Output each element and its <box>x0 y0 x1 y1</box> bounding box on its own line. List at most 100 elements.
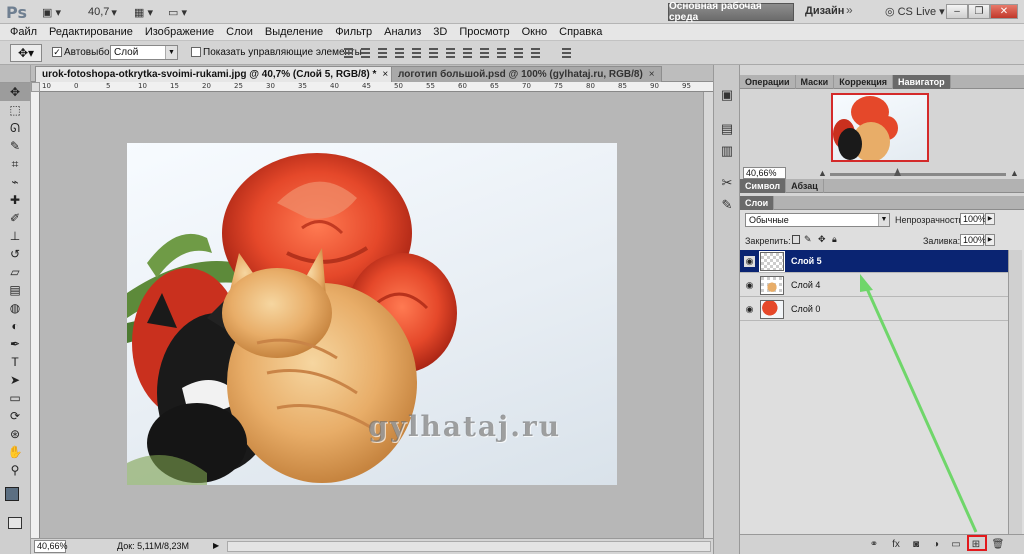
align-right-icon[interactable] <box>427 46 440 59</box>
tab-layers[interactable]: Слои <box>740 196 775 210</box>
maximize-button[interactable]: ❐ <box>968 4 990 19</box>
fx-icon[interactable]: fx <box>889 538 903 551</box>
auto-align-icon[interactable] <box>560 46 573 59</box>
tab-masks[interactable]: Маски <box>796 75 835 89</box>
crop-tool[interactable]: ⌗ <box>0 155 30 173</box>
minimize-button[interactable]: ‒ <box>946 4 968 19</box>
menu-3d[interactable]: 3D <box>433 26 447 38</box>
blur-tool[interactable]: ◍ <box>0 299 30 317</box>
align-bottom-icon[interactable] <box>376 46 389 59</box>
autoselect-dropdown[interactable]: Слой ▼ <box>110 45 178 60</box>
pen-tool[interactable]: ✒ <box>0 335 30 353</box>
vertical-ruler[interactable] <box>31 92 40 538</box>
cs-live-button[interactable]: ◎ CS Live ▾ <box>885 5 945 19</box>
bridge-button[interactable]: ▣ ▾ <box>42 4 61 20</box>
eyedropper-tool[interactable]: ⌁ <box>0 173 30 191</box>
menu-analysis[interactable]: Анализ <box>384 26 421 38</box>
zoom-level-dropdown[interactable]: 40,7 ▾ <box>88 4 117 20</box>
clone-stamp-tool[interactable]: ⊥ <box>0 227 30 245</box>
link-icon[interactable]: ⚭ <box>867 538 881 551</box>
distribute-vcenter-icon[interactable] <box>461 46 474 59</box>
layer-row[interactable]: ◉ Слой 0 <box>740 298 1008 321</box>
menu-file[interactable]: Файл <box>10 26 37 38</box>
tab-actions[interactable]: Операции <box>740 75 796 89</box>
navigator-zoom-slider[interactable] <box>830 173 1006 176</box>
eye-icon[interactable]: ◉ <box>744 280 755 291</box>
close-icon[interactable]: × <box>649 69 655 80</box>
blend-mode-dropdown[interactable]: Обычные ▼ <box>745 213 890 227</box>
navigator-zoom-field[interactable]: 40,66% <box>743 167 786 179</box>
gradient-tool[interactable]: ▤ <box>0 281 30 299</box>
menu-image[interactable]: Изображение <box>145 26 214 38</box>
brush-tool[interactable]: ✐ <box>0 209 30 227</box>
shape-tool[interactable]: ▭ <box>0 389 30 407</box>
autoselect-checkbox[interactable]: ✓ <box>52 47 62 57</box>
lock-pixels-icon[interactable]: ✎ <box>804 234 812 245</box>
hand-tool[interactable]: ✋ <box>0 443 30 461</box>
horizontal-ruler[interactable]: 10 0 5 10 15 20 25 30 35 40 45 50 55 60 65 70 75 80 85 90 95 <box>40 82 713 92</box>
lock-position-icon[interactable]: ✥ <box>818 234 826 245</box>
tab-navigator[interactable]: Навигатор <box>893 75 951 89</box>
tab-document-inactive[interactable]: логотип большой.psd @ 100% (gylhataj.ru,… <box>391 66 662 82</box>
ruler-origin[interactable] <box>31 82 40 92</box>
fill-arrow-icon[interactable]: ▶ <box>985 234 995 246</box>
close-icon[interactable]: × <box>382 69 388 80</box>
layer-row[interactable]: ◉ Слой 4 <box>740 274 1008 297</box>
tool-presets-panel-icon[interactable]: ✂ <box>719 175 735 191</box>
tools-panel-grip[interactable] <box>0 65 30 83</box>
trash-icon[interactable]: 🗑︎ <box>991 538 1005 551</box>
foreground-color[interactable] <box>5 487 19 501</box>
align-vcenter-icon[interactable] <box>359 46 372 59</box>
eraser-tool[interactable]: ▱ <box>0 263 30 281</box>
move-tool[interactable]: ✥ <box>0 83 30 101</box>
3d-orbit-tool[interactable]: ⊛ <box>0 425 30 443</box>
quick-selection-tool[interactable]: ✎ <box>0 137 30 155</box>
close-button[interactable]: ✕ <box>990 4 1018 19</box>
menu-filter[interactable]: Фильтр <box>335 26 372 38</box>
dodge-tool[interactable]: ◐ <box>0 317 30 335</box>
zoom-tool[interactable]: ⚲ <box>0 461 30 479</box>
status-menu-arrow-icon[interactable]: ▶ <box>213 541 219 550</box>
distribute-hcenter-icon[interactable] <box>512 46 525 59</box>
distribute-left-icon[interactable] <box>495 46 508 59</box>
menu-view[interactable]: Просмотр <box>459 26 509 38</box>
healing-brush-tool[interactable]: ✚ <box>0 191 30 209</box>
navigator-view-box[interactable] <box>831 93 929 162</box>
distribute-bottom-icon[interactable] <box>478 46 491 59</box>
marquee-tool[interactable]: ⬚ <box>0 101 30 119</box>
menu-window[interactable]: Окно <box>522 26 548 38</box>
zoom-out-icon[interactable]: ▲ <box>818 168 827 178</box>
distribute-top-icon[interactable] <box>444 46 457 59</box>
tab-adjustments[interactable]: Коррекция <box>834 75 894 89</box>
history-brush-tool[interactable]: ↺ <box>0 245 30 263</box>
opacity-arrow-icon[interactable]: ▶ <box>985 213 995 225</box>
screen-mode-button[interactable]: ▭ ▾ <box>168 4 187 20</box>
document-size-info[interactable]: Док: 5,11M/8,23M <box>117 541 189 551</box>
brush-panel-icon[interactable]: ✎ <box>719 197 735 213</box>
design-workspace-link[interactable]: Дизайн <box>805 5 844 17</box>
menu-layers[interactable]: Слои <box>226 26 253 38</box>
fill-field[interactable]: 100% <box>960 234 986 246</box>
color-swatches[interactable] <box>5 487 27 509</box>
layers-scrollbar[interactable] <box>1008 250 1022 534</box>
show-controls-checkbox[interactable] <box>191 47 201 57</box>
tab-paragraph[interactable]: Абзац <box>786 179 824 193</box>
eye-icon[interactable]: ◉ <box>744 304 755 315</box>
history-panel-icon[interactable]: ▣ <box>719 87 735 103</box>
adjustment-icon[interactable]: ◑ <box>929 538 943 551</box>
zoom-in-icon[interactable]: ▲ <box>1010 168 1019 178</box>
tool-preset-picker[interactable]: ✥▾ <box>10 44 42 62</box>
horizontal-scrollbar[interactable] <box>227 541 711 552</box>
path-selection-tool[interactable]: ➤ <box>0 371 30 389</box>
tab-character[interactable]: Символ <box>740 179 787 193</box>
layer-row[interactable]: ◉ Слой 5 <box>740 250 1008 273</box>
menu-select[interactable]: Выделение <box>265 26 323 38</box>
lasso-tool[interactable]: ᘏ <box>0 119 30 137</box>
more-workspaces-button[interactable]: » <box>846 3 853 17</box>
clone-source-panel-icon[interactable]: ▥ <box>719 143 735 159</box>
align-hcenter-icon[interactable] <box>410 46 423 59</box>
lock-transparent-icon[interactable] <box>792 235 800 244</box>
type-tool[interactable]: T <box>0 353 30 371</box>
info-panel-icon[interactable]: ▤ <box>719 121 735 137</box>
align-top-icon[interactable] <box>342 46 355 59</box>
